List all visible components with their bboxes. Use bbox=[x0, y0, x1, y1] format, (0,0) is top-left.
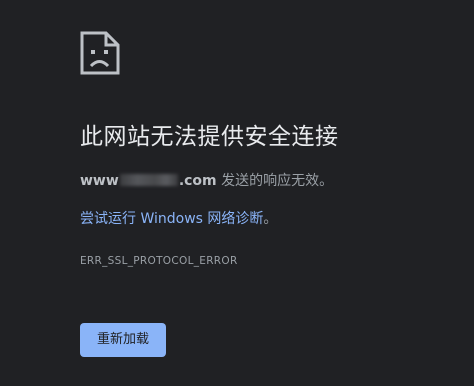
error-description: www .com 发送的响应无效。 bbox=[80, 171, 333, 191]
host-prefix: www bbox=[80, 173, 119, 189]
network-diagnostics-link[interactable]: 尝试运行 Windows 网络诊断 bbox=[80, 211, 263, 227]
error-code: ERR_SSL_PROTOCOL_ERROR bbox=[80, 255, 238, 267]
description-text: 发送的响应无效。 bbox=[216, 173, 334, 189]
error-page: 此网站无法提供安全连接 www .com 发送的响应无效。 尝试运行 Window… bbox=[0, 0, 474, 386]
sad-page-icon bbox=[80, 31, 120, 75]
network-diagnostics-link-row: 尝试运行 Windows 网络诊断。 bbox=[80, 209, 277, 229]
diagnostics-period: 。 bbox=[263, 211, 278, 227]
page-title: 此网站无法提供安全连接 bbox=[80, 124, 339, 150]
reload-button[interactable]: 重新加载 bbox=[80, 323, 166, 357]
redacted-host bbox=[119, 174, 178, 186]
host-suffix: .com bbox=[178, 173, 217, 189]
